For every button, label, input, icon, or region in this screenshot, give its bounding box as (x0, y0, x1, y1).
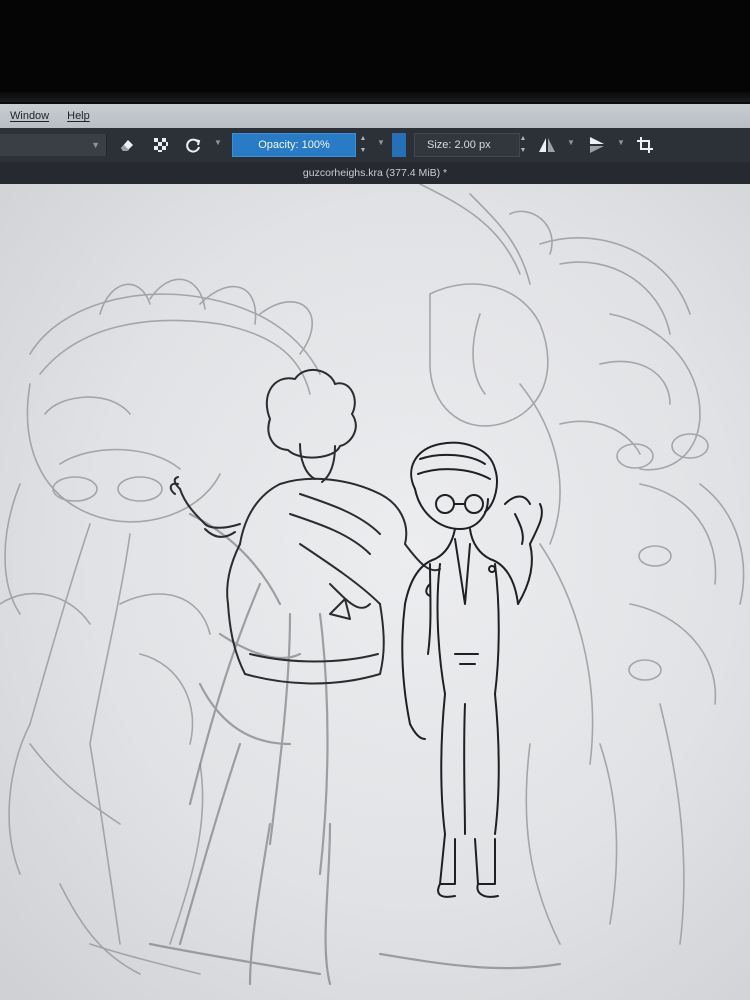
mirror-vertical-icon[interactable] (586, 133, 608, 157)
drawing-canvas[interactable] (0, 184, 750, 1000)
girl-character (401, 441, 543, 898)
eraser-icon[interactable] (116, 133, 138, 157)
chevron-down-icon[interactable]: ▼ (214, 138, 222, 147)
menu-help[interactable]: Help (67, 110, 90, 122)
blend-mode-dropdown[interactable]: ▼ (0, 134, 107, 156)
tool-options-bar: ▼ ▼ Opacity: 100% ▲ ▼ ▼ Size: 2.00 px ▲ ▼ (0, 128, 750, 162)
chevron-down-icon[interactable]: ▼ (377, 138, 385, 147)
menu-window[interactable]: Window (10, 110, 49, 122)
monitor-bezel (0, 0, 750, 98)
sketch-artwork (0, 184, 745, 986)
chevron-down-icon[interactable]: ▼ (617, 138, 625, 147)
wrap-around-icon[interactable] (634, 133, 656, 157)
mirror-horizontal-icon[interactable] (536, 133, 558, 157)
flow-indicator[interactable] (392, 133, 406, 157)
left-creature-sketch (0, 278, 321, 975)
alpha-lock-icon[interactable] (150, 133, 172, 157)
menubar: Window Help (0, 104, 750, 128)
document-title: guzcorheighs.kra (377.4 MiB) * (302, 167, 448, 179)
chevron-down-icon: ▼ (91, 140, 100, 150)
chevron-down-icon[interactable]: ▼ (567, 138, 575, 147)
reset-icon[interactable] (182, 133, 204, 157)
brush-size-slider[interactable]: Size: 2.00 px (414, 133, 520, 157)
monitor-edge (0, 92, 750, 102)
size-spinner[interactable]: ▲ ▼ (518, 133, 528, 157)
document-title-bar: guzcorheighs.kra (377.4 MiB) * (0, 162, 750, 184)
opacity-spinner[interactable]: ▲ ▼ (358, 133, 368, 157)
opacity-slider[interactable]: Opacity: 100% (232, 133, 356, 157)
boy-character (169, 369, 441, 685)
